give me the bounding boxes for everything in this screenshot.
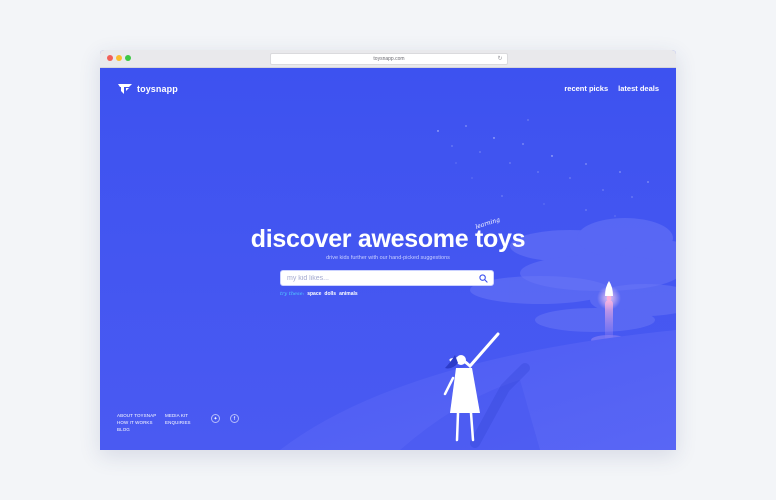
minimize-window-button[interactable]	[116, 55, 122, 61]
reload-icon[interactable]: ↻	[497, 56, 503, 62]
browser-window: toysnapp.com ↻ toysnapp recent picks lat…	[100, 50, 676, 450]
nav-latest-deals[interactable]: latest deals	[618, 84, 659, 93]
brand-logo[interactable]: toysnapp	[117, 83, 178, 95]
social-links: ✦ f	[211, 414, 249, 423]
search-bar[interactable]	[280, 270, 494, 286]
web-page: toysnapp recent picks latest deals disco…	[100, 68, 676, 450]
browser-toolbar: toysnapp.com ↻	[100, 50, 676, 68]
facebook-icon[interactable]: f	[230, 414, 239, 423]
suggestions-label: try these:	[280, 291, 305, 297]
suggestion-animals[interactable]: animals	[339, 291, 358, 297]
brand-name: toysnapp	[137, 84, 178, 94]
hero-subtitle: drive kids further with our hand-picked …	[326, 255, 450, 261]
footer-link-enquiries[interactable]: ENQUIRIES	[165, 420, 215, 425]
search-icon[interactable]	[479, 273, 488, 283]
search-suggestions: try these: space dolls animals	[280, 291, 361, 297]
footer-links: ABOUT TOYSNAP MEDIA KIT HOW IT WORKS ENQ…	[117, 413, 215, 432]
address-bar-url: toysnapp.com	[373, 56, 405, 62]
suggestion-dolls[interactable]: dolls	[324, 291, 336, 297]
hero-title: discover awesome toys	[250, 225, 526, 253]
toysnapp-logo-icon	[118, 84, 132, 94]
search-input[interactable]	[281, 271, 479, 285]
footer-link-media-kit[interactable]: MEDIA KIT	[165, 413, 215, 418]
top-nav: recent picks latest deals	[554, 84, 659, 93]
maximize-window-button[interactable]	[125, 55, 131, 61]
close-window-button[interactable]	[107, 55, 113, 61]
address-bar[interactable]: toysnapp.com ↻	[270, 53, 508, 65]
footer-link-about[interactable]: ABOUT TOYSNAP	[117, 413, 165, 418]
suggestion-space[interactable]: space	[307, 291, 321, 297]
nav-recent-picks[interactable]: recent picks	[564, 84, 608, 93]
footer-link-how-it-works[interactable]: HOW IT WORKS	[117, 420, 165, 425]
twitter-icon[interactable]: ✦	[211, 414, 220, 423]
footer-link-blog[interactable]: BLOG	[117, 427, 165, 432]
